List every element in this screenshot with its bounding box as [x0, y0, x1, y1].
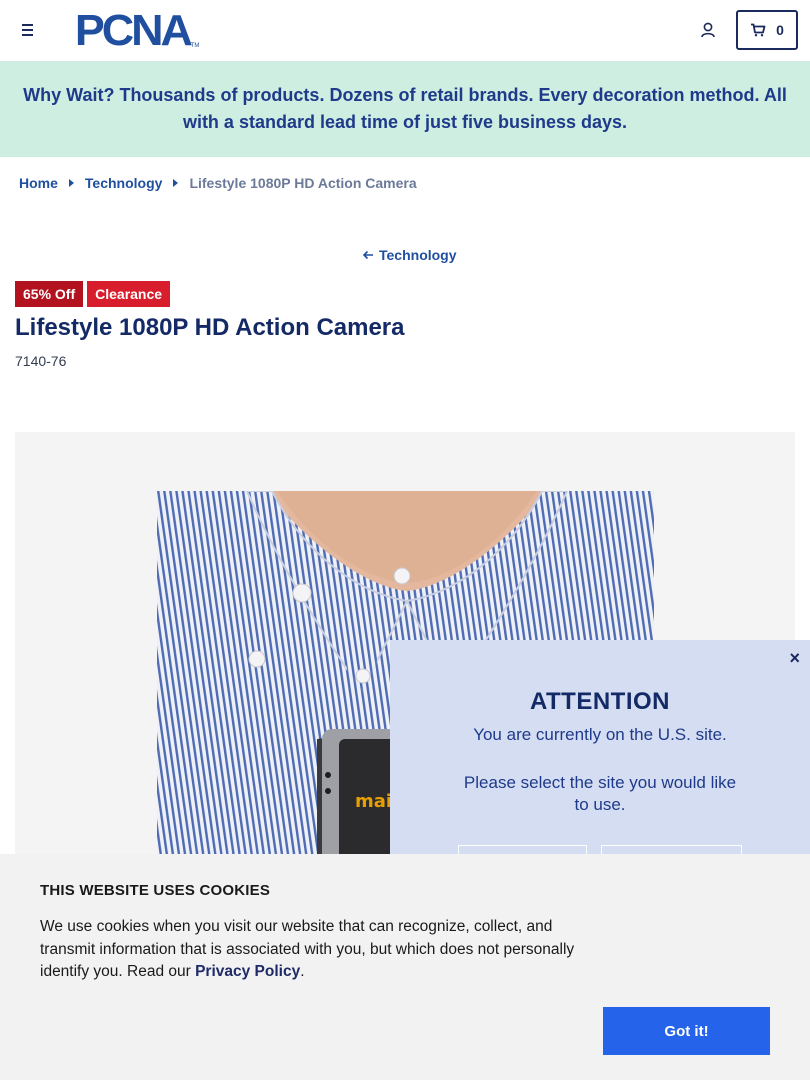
logo-trademark: TM	[190, 43, 200, 49]
cookie-text: We use cookies when you visit our websit…	[40, 916, 610, 984]
breadcrumb-home[interactable]: Home	[19, 175, 58, 191]
breadcrumb-separator-icon	[68, 179, 74, 187]
camera-brand-text: mai	[355, 791, 392, 812]
cookie-banner: THIS WEBSITE USES COOKIES We use cookies…	[0, 854, 810, 1080]
breadcrumb-separator-icon	[173, 179, 179, 187]
modal-instruction: Please select the site you would like to…	[463, 773, 737, 814]
close-icon[interactable]: ×	[789, 648, 800, 669]
arrow-left-icon	[362, 250, 373, 260]
account-icon[interactable]	[698, 20, 718, 40]
breadcrumb-technology[interactable]: Technology	[85, 175, 163, 191]
pcna-logo[interactable]: PCNA TM	[74, 6, 200, 55]
cookie-text-end: .	[300, 963, 305, 980]
breadcrumb-current: Lifestyle 1080P HD Action Camera	[189, 175, 417, 191]
back-to-category-link[interactable]: Technology	[362, 247, 457, 263]
privacy-policy-link[interactable]: Privacy Policy	[195, 963, 300, 980]
page: PCNA TM 0 Why Wait? Thousands of product…	[0, 0, 810, 1080]
cart-count: 0	[776, 22, 784, 38]
site-selection-modal: × ATTENTION You are currently on the U.S…	[390, 640, 810, 885]
discount-badge: 65% Off	[15, 281, 84, 307]
site-header: PCNA TM 0	[0, 0, 810, 61]
cart-button[interactable]: 0	[736, 10, 798, 50]
menu-icon[interactable]	[18, 20, 38, 40]
cart-icon	[751, 23, 766, 37]
product-badges: 65% Off Clearance	[15, 281, 171, 307]
back-link-label: Technology	[379, 247, 457, 263]
clearance-badge: Clearance	[87, 281, 171, 307]
cookie-text-body: We use cookies when you visit our websit…	[40, 918, 575, 980]
accept-cookies-button[interactable]: Got it!	[603, 1007, 770, 1055]
cookie-title: THIS WEBSITE USES COOKIES	[40, 882, 271, 899]
modal-message: You are currently on the U.S. site.	[473, 725, 727, 744]
modal-title: ATTENTION	[529, 688, 671, 715]
promo-text: Why Wait? Thousands of products. Dozens …	[23, 85, 787, 132]
product-title: Lifestyle 1080P HD Action Camera	[15, 314, 405, 341]
promo-banner: Why Wait? Thousands of products. Dozens …	[0, 61, 810, 157]
product-sku: 7140-76	[15, 353, 67, 369]
breadcrumb: Home Technology Lifestyle 1080P HD Actio…	[19, 175, 417, 191]
logo-text: PCNA	[74, 6, 193, 55]
